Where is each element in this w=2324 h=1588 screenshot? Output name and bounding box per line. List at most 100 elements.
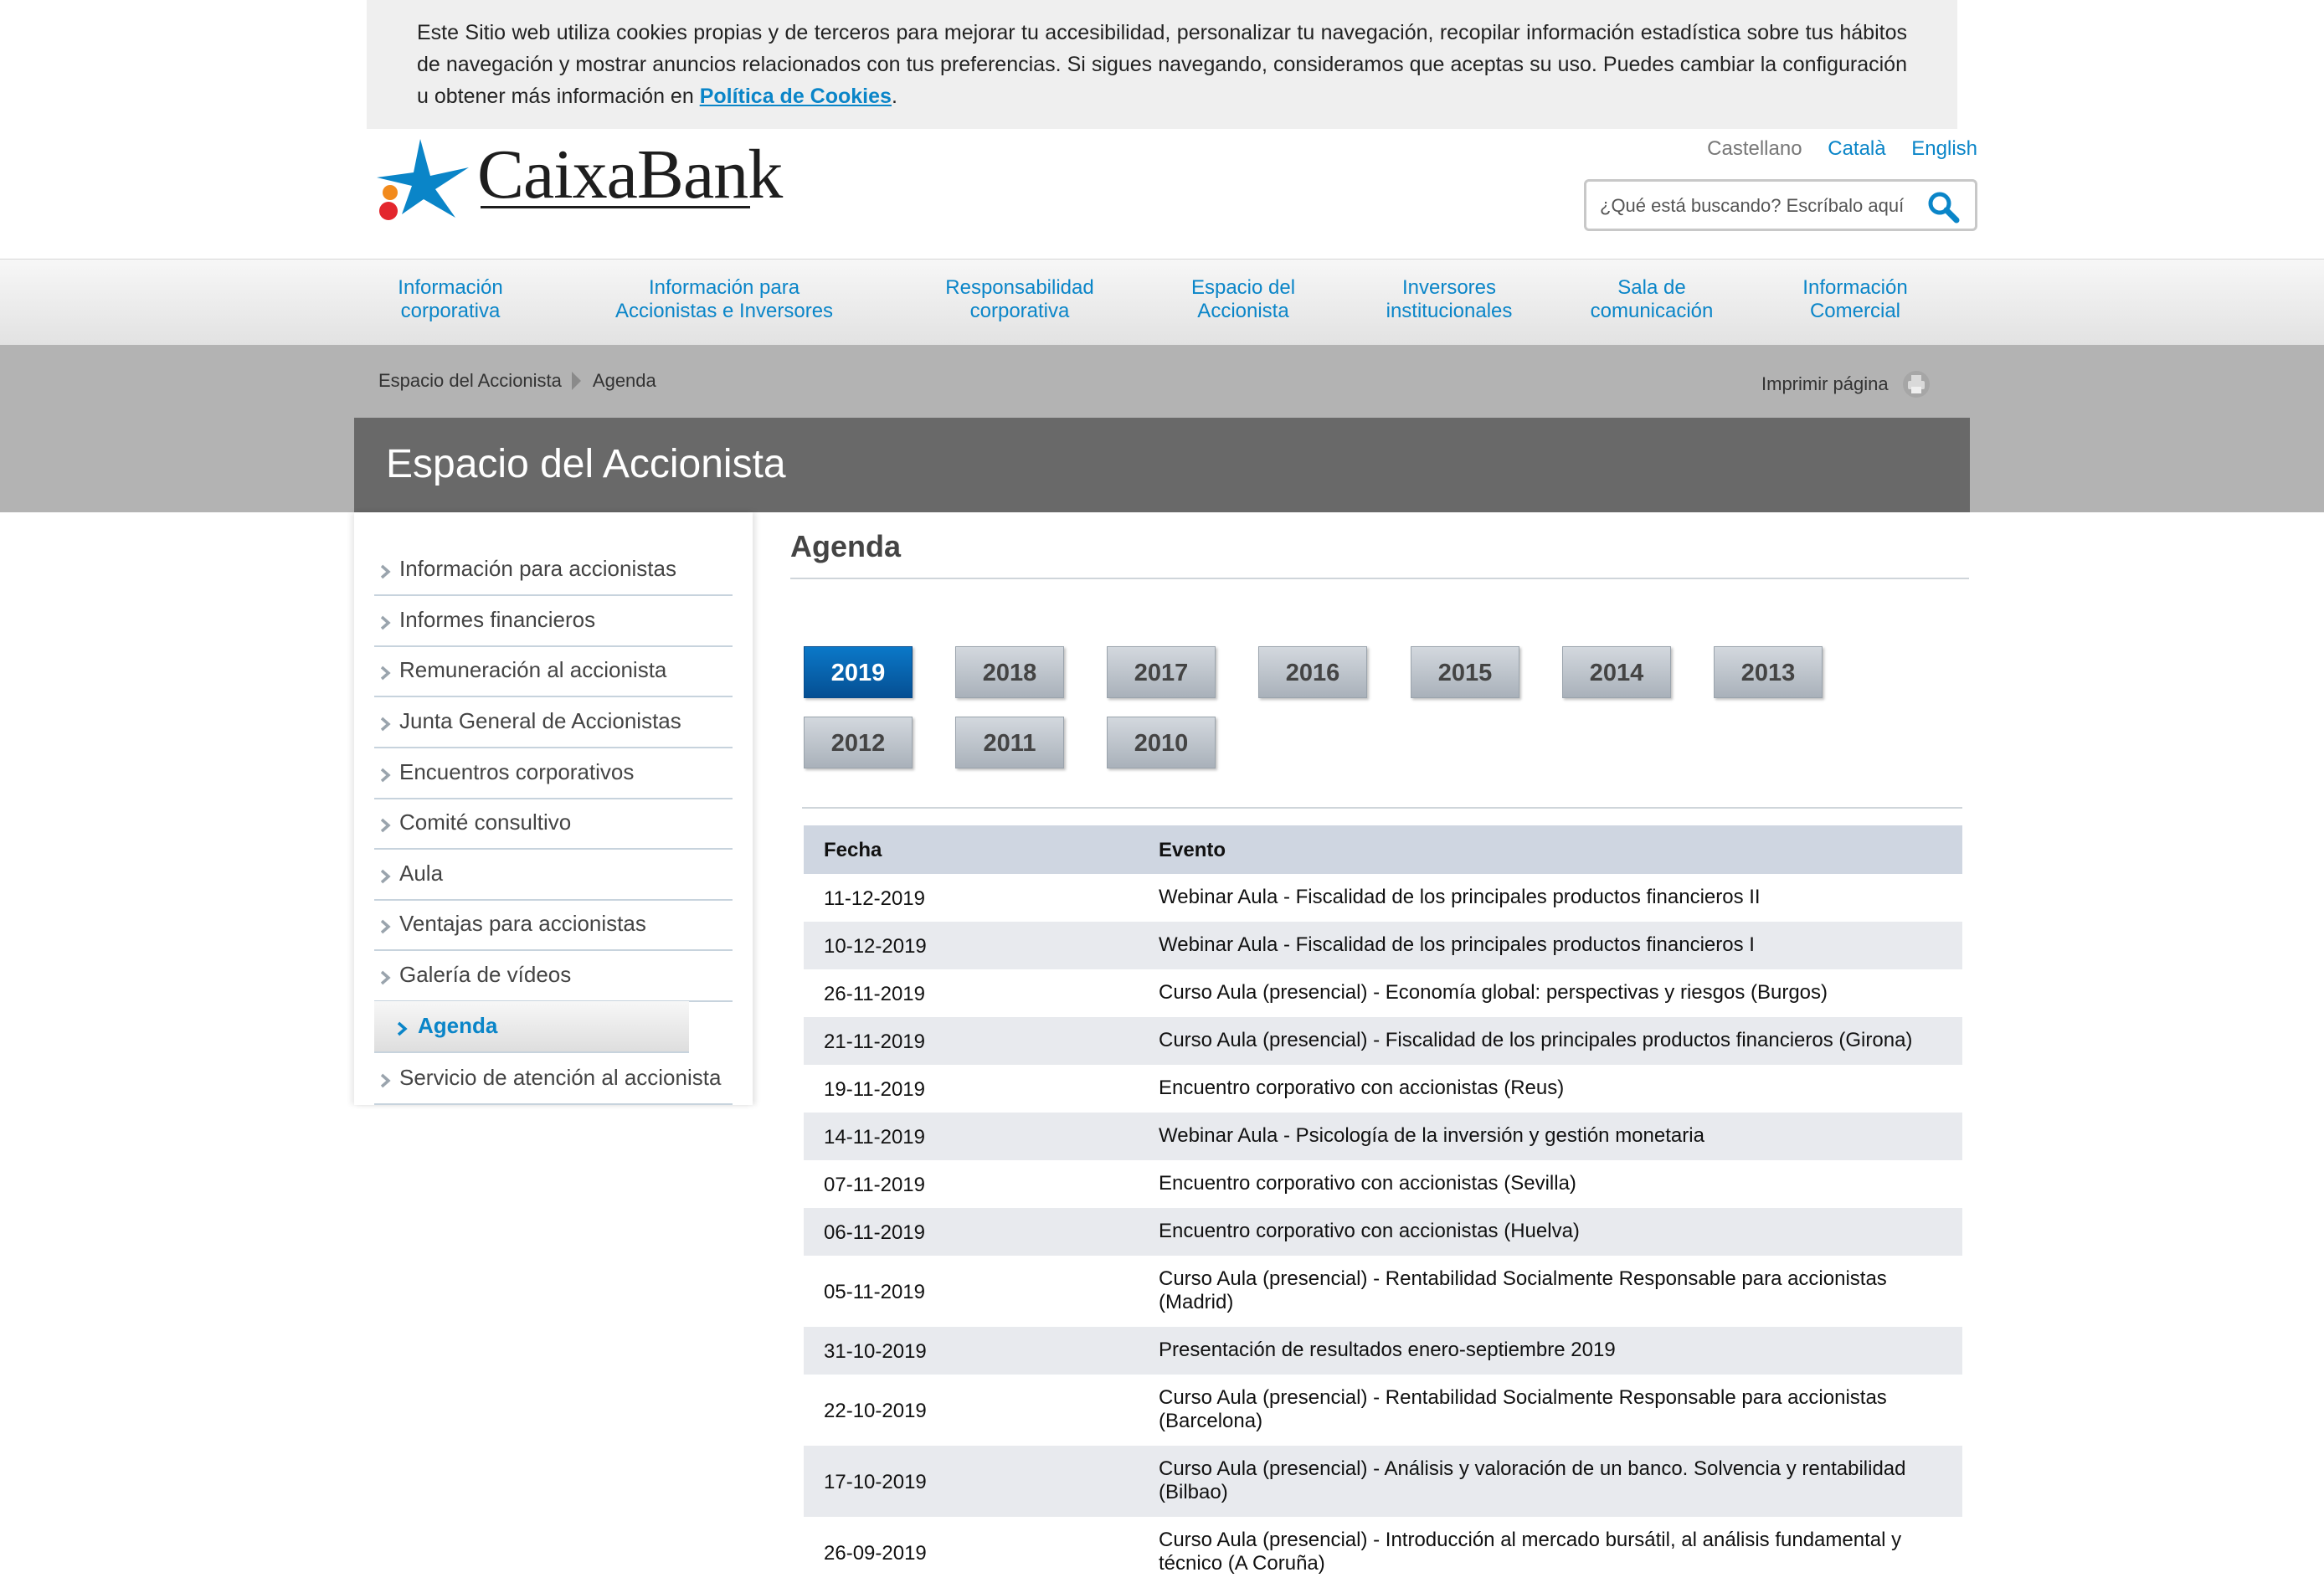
sidebar-item-servicio-atencion[interactable]: Servicio de atención al accionista (374, 1053, 733, 1105)
chevron-right-icon (380, 666, 391, 681)
nav-inversores-institucionales[interactable]: Inversores institucionales (1386, 276, 1513, 323)
table-row: 22-10-2019 Curso Aula (presencial) - Ren… (804, 1375, 1962, 1446)
year-tab-2019[interactable]: 2019 (804, 646, 913, 698)
sidebar-item-informes-financieros[interactable]: Informes financieros (374, 595, 733, 647)
year-tab-2010[interactable]: 2010 (1107, 717, 1216, 768)
cookie-text: Este Sitio web utiliza cookies propias y… (417, 21, 1907, 108)
row-date: 17-10-2019 (824, 1471, 927, 1493)
year-tab-2015[interactable]: 2015 (1411, 646, 1519, 698)
year-tab-2011[interactable]: 2011 (955, 717, 1064, 768)
row-event: Curso Aula (presencial) - Introducción a… (1159, 1529, 1902, 1575)
brand-name: CaixaBank (477, 136, 783, 213)
row-date: 07-11-2019 (824, 1174, 925, 1196)
sidebar-item-comite-consultivo[interactable]: Comité consultivo (374, 798, 733, 850)
search-icon[interactable] (1925, 190, 1962, 224)
language-selector: Castellano Català English (1687, 137, 1977, 161)
row-event: Presentación de resultados enero-septiem… (1159, 1339, 1616, 1361)
table-row: 31-10-2019 Presentación de resultados en… (804, 1327, 1962, 1375)
year-tab-2018[interactable]: 2018 (955, 646, 1064, 698)
sidebar-item-junta-general[interactable]: Junta General de Accionistas (374, 696, 733, 748)
section-title-bar: Espacio del Accionista (354, 418, 1970, 512)
row-date: 26-11-2019 (824, 983, 925, 1005)
row-event: Curso Aula (presencial) - Análisis y val… (1159, 1457, 1906, 1503)
row-date: 06-11-2019 (824, 1221, 925, 1244)
sidebar-item-aula[interactable]: Aula (374, 849, 733, 901)
table-row: 07-11-2019 Encuentro corporativo con acc… (804, 1160, 1962, 1208)
section-title: Espacio del Accionista (386, 442, 786, 486)
year-tab-2017[interactable]: 2017 (1107, 646, 1216, 698)
chevron-right-icon (380, 1073, 391, 1088)
header-fecha: Fecha (824, 839, 882, 861)
agenda-table: Fecha Evento 11-12-2019 Webinar Aula - F… (804, 825, 1962, 1588)
sidebar-item-galeria-videos[interactable]: Galería de vídeos (374, 950, 733, 1002)
year-tab-2013[interactable]: 2013 (1714, 646, 1823, 698)
search-box (1584, 179, 1977, 231)
title-divider (790, 578, 1969, 579)
cookie-policy-link[interactable]: Política de Cookies (700, 85, 892, 108)
year-tab-2016[interactable]: 2016 (1258, 646, 1367, 698)
caixabank-logo[interactable]: CaixaBank (368, 134, 783, 226)
row-date: 22-10-2019 (824, 1400, 927, 1422)
page-title: Agenda (790, 529, 902, 563)
sidebar-item-ventajas[interactable]: Ventajas para accionistas (374, 899, 733, 951)
row-date: 05-11-2019 (824, 1281, 925, 1303)
chevron-right-icon (397, 1021, 408, 1036)
logo-underline (481, 206, 750, 208)
sidebar-item-remuneracion[interactable]: Remuneración al accionista (374, 645, 733, 697)
row-date: 10-12-2019 (824, 935, 927, 958)
table-row: 21-11-2019 Curso Aula (presencial) - Fis… (804, 1017, 1962, 1065)
table-row: 06-11-2019 Encuentro corporativo con acc… (804, 1208, 1962, 1256)
sidebar-item-informacion-accionistas[interactable]: Información para accionistas (374, 544, 733, 596)
row-event: Curso Aula (presencial) - Fiscalidad de … (1159, 1029, 1913, 1051)
row-event: Encuentro corporativo con accionistas (S… (1159, 1172, 1576, 1195)
row-date: 11-12-2019 (824, 887, 925, 910)
lang-catala[interactable]: Català (1828, 137, 1885, 160)
nav-accionistas-inversores[interactable]: Información para Accionistas e Inversores (615, 276, 833, 323)
nav-informacion-corporativa[interactable]: Información corporativa (398, 276, 502, 323)
row-event: Curso Aula (presencial) - Rentabilidad S… (1159, 1386, 1887, 1432)
row-event: Encuentro corporativo con accionistas (R… (1159, 1077, 1565, 1099)
nav-responsabilidad-corporativa[interactable]: Responsabilidad corporativa (945, 276, 1093, 323)
row-event: Webinar Aula - Fiscalidad de los princip… (1159, 886, 1761, 908)
year-tab-2014[interactable]: 2014 (1562, 646, 1671, 698)
cookie-banner: Este Sitio web utiliza cookies propias y… (367, 0, 1957, 129)
row-date: 14-11-2019 (824, 1126, 925, 1149)
print-page-button[interactable]: Imprimir página (1761, 370, 1931, 398)
table-row: 19-11-2019 Encuentro corporativo con acc… (804, 1065, 1962, 1113)
row-event: Webinar Aula - Psicología de la inversió… (1159, 1124, 1704, 1147)
table-divider (802, 807, 1962, 809)
row-event: Curso Aula (presencial) - Rentabilidad S… (1159, 1267, 1887, 1313)
row-date: 31-10-2019 (824, 1340, 927, 1363)
table-row: 17-10-2019 Curso Aula (presencial) - Aná… (804, 1446, 1962, 1517)
row-event: Encuentro corporativo con accionistas (H… (1159, 1220, 1580, 1242)
lang-english[interactable]: English (1911, 137, 1977, 160)
sidebar-item-agenda[interactable]: Agenda (374, 1001, 689, 1053)
header-evento: Evento (1159, 839, 1226, 861)
row-date: 26-09-2019 (824, 1542, 927, 1565)
nav-informacion-comercial[interactable]: Información Comercial (1802, 276, 1907, 323)
row-event: Webinar Aula - Fiscalidad de los princip… (1159, 933, 1755, 956)
breadcrumb-separator-icon (571, 372, 581, 390)
star-logo-icon (377, 139, 469, 220)
main-nav: Información corporativa Información para A… (0, 276, 2324, 326)
chevron-right-icon (380, 818, 391, 833)
chevron-right-icon (380, 615, 391, 630)
breadcrumb-espacio-accionista[interactable]: Espacio del Accionista (378, 370, 562, 392)
table-header: Fecha Evento (804, 825, 1962, 874)
chevron-right-icon (380, 919, 391, 934)
chevron-right-icon (380, 970, 391, 985)
chevron-right-icon (380, 717, 391, 732)
search-input[interactable] (1598, 182, 1928, 230)
printer-icon (1902, 371, 1930, 398)
sidebar-item-encuentros-corporativos[interactable]: Encuentros corporativos (374, 748, 733, 799)
chevron-right-icon (380, 768, 391, 783)
lang-castellano[interactable]: Castellano (1707, 137, 1802, 160)
nav-sala-comunicacion[interactable]: Sala de comunicación (1591, 276, 1714, 323)
table-row: 10-12-2019 Webinar Aula - Fiscalidad de … (804, 922, 1962, 969)
nav-espacio-accionista[interactable]: Espacio del Accionista (1191, 276, 1295, 323)
table-row: 11-12-2019 Webinar Aula - Fiscalidad de … (804, 874, 1962, 922)
year-tab-2012[interactable]: 2012 (804, 717, 913, 768)
breadcrumb: Espacio del Accionista Agenda (378, 370, 656, 392)
chevron-right-icon (380, 564, 391, 579)
table-row: 26-09-2019 Curso Aula (presencial) - Int… (804, 1517, 1962, 1588)
